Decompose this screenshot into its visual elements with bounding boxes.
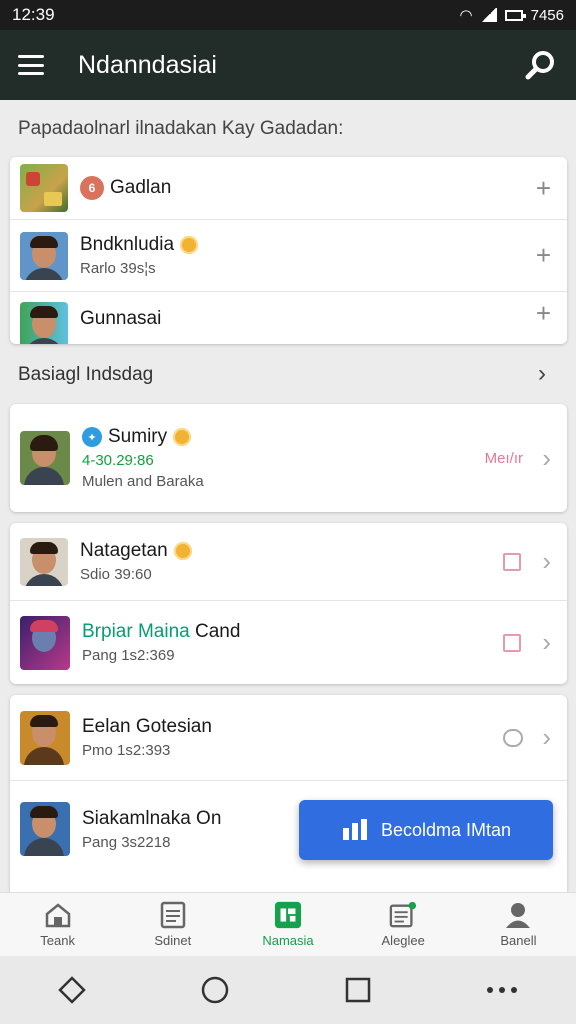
list-item[interactable]: Brpiar Maina Cand Pang 1s2:369 › bbox=[10, 601, 567, 684]
avatar bbox=[20, 231, 68, 280]
nav-item-grid[interactable]: Namasia bbox=[230, 893, 345, 956]
list-item-name: Eelan Gotesian bbox=[82, 716, 212, 737]
nav-label: Aleglee bbox=[381, 933, 425, 948]
back-icon[interactable] bbox=[57, 975, 87, 1005]
suggest-card: 6 Gadlan + Bndknludia Rarlo 39s¦s + Gunn… bbox=[10, 157, 567, 344]
list-item[interactable]: 6 Gadlan + bbox=[10, 157, 567, 220]
add-icon[interactable]: + bbox=[536, 240, 551, 271]
status-right-text: 7456 bbox=[530, 6, 564, 24]
meta-label: Meı/ır bbox=[484, 449, 523, 467]
chevron-right-icon[interactable]: › bbox=[542, 443, 551, 474]
nav-item-document[interactable]: Sdinet bbox=[115, 893, 230, 956]
nav-label: Teank bbox=[40, 933, 75, 948]
suggest-label: Papadaolnarl ilnadakan Kay Gadadan: bbox=[18, 118, 344, 139]
coin-icon: 6 bbox=[80, 176, 104, 200]
checkbox-icon[interactable] bbox=[503, 633, 521, 652]
nav-item-list[interactable]: Aleglee bbox=[346, 893, 461, 956]
list-item-name: Bndknludia bbox=[80, 234, 175, 255]
list-item-name: Gunnasai bbox=[80, 308, 162, 329]
list-item[interactable]: ✦ Sumiry 4-30.29:86 Mulen and Baraka Meı… bbox=[10, 404, 567, 512]
list-item-sub: Rarlo 39s¦s bbox=[80, 260, 156, 277]
app-bar: Ndanndasiai bbox=[0, 30, 576, 100]
nav-item-profile[interactable]: Banell bbox=[461, 893, 576, 956]
list-item-name: Cand bbox=[189, 621, 241, 642]
avatar bbox=[20, 302, 68, 344]
more-icon[interactable] bbox=[485, 985, 519, 995]
star-badge-icon bbox=[173, 542, 192, 560]
nav-label: Banell bbox=[500, 933, 537, 948]
status-bar: 12:39 ◠ 7456 bbox=[0, 0, 576, 30]
nav-item-home[interactable]: Teank bbox=[0, 893, 115, 956]
recents-icon[interactable] bbox=[344, 976, 372, 1004]
bottom-nav: Teank Sdinet Namasia Aleglee Banell bbox=[0, 892, 576, 956]
chevron-right-icon[interactable]: › bbox=[538, 360, 546, 388]
status-time: 12:39 bbox=[12, 5, 55, 24]
list-item-name-highlight: Brpiar Maina bbox=[82, 621, 190, 642]
chart-icon bbox=[342, 819, 367, 840]
checkbox-icon[interactable] bbox=[503, 552, 521, 571]
add-icon[interactable]: + bbox=[536, 173, 551, 204]
nav-label: Sdinet bbox=[154, 933, 192, 948]
list-item-sub: Pang 1s2:369 bbox=[82, 647, 175, 664]
list-item-sub: Mulen and Baraka bbox=[82, 473, 204, 490]
verified-icon: ✦ bbox=[82, 427, 102, 447]
grid-icon bbox=[274, 901, 302, 929]
avatar bbox=[20, 802, 70, 856]
list-item[interactable]: Bndknludia Rarlo 39s¦s + bbox=[10, 220, 567, 292]
star-badge-icon bbox=[173, 428, 192, 446]
star-badge-icon bbox=[180, 236, 199, 254]
list-item-sub: Pmo 1s2:393 bbox=[82, 742, 171, 759]
section-title: Basiagl Indsdag bbox=[18, 364, 154, 385]
avatar bbox=[20, 537, 68, 586]
list-item-sub: Sdio 39:60 bbox=[80, 566, 152, 583]
home-icon bbox=[44, 901, 72, 929]
list-item-name: Natagetan bbox=[80, 540, 168, 561]
signal-icon bbox=[480, 8, 497, 22]
system-nav-bar bbox=[0, 956, 576, 1024]
list-icon bbox=[389, 901, 417, 929]
featured-card[interactable]: ✦ Sumiry 4-30.29:86 Mulen and Baraka Meı… bbox=[10, 404, 567, 512]
document-icon bbox=[159, 901, 187, 929]
avatar bbox=[20, 431, 70, 485]
chevron-right-icon[interactable]: › bbox=[542, 627, 551, 658]
avatar bbox=[20, 615, 70, 670]
list-item[interactable]: Natagetan Sdio 39:60 › bbox=[10, 523, 567, 601]
wifi-icon: ◠ bbox=[459, 7, 473, 24]
page-title: Ndanndasiai bbox=[78, 50, 217, 79]
add-icon[interactable]: + bbox=[536, 298, 551, 329]
list-item[interactable]: Gunnasai + bbox=[10, 292, 567, 344]
chevron-right-icon[interactable]: › bbox=[542, 722, 551, 753]
profile-icon bbox=[504, 901, 532, 929]
list-item[interactable]: Eelan Gotesian Pmo 1s2:393 › bbox=[10, 695, 567, 781]
list-item-name: Gadlan bbox=[110, 177, 172, 198]
battery-icon bbox=[504, 9, 526, 21]
floating-action-button[interactable]: Becoldma IMtan bbox=[299, 800, 553, 860]
avatar bbox=[20, 710, 70, 765]
chat-icon[interactable] bbox=[503, 728, 523, 747]
nav-label: Namasia bbox=[262, 933, 314, 948]
fab-label: Becoldma IMtan bbox=[380, 819, 512, 840]
avatar bbox=[20, 164, 68, 212]
menu-icon[interactable] bbox=[18, 55, 44, 75]
home-circle-icon[interactable] bbox=[200, 975, 230, 1005]
search-icon[interactable] bbox=[524, 48, 558, 82]
list-card: Natagetan Sdio 39:60 › Brpiar Maina Cand… bbox=[10, 523, 567, 684]
list-card: Eelan Gotesian Pmo 1s2:393 › Siakamlnaka… bbox=[10, 695, 567, 892]
chevron-right-icon[interactable]: › bbox=[542, 546, 551, 577]
list-item-name: Sumiry bbox=[108, 426, 168, 447]
